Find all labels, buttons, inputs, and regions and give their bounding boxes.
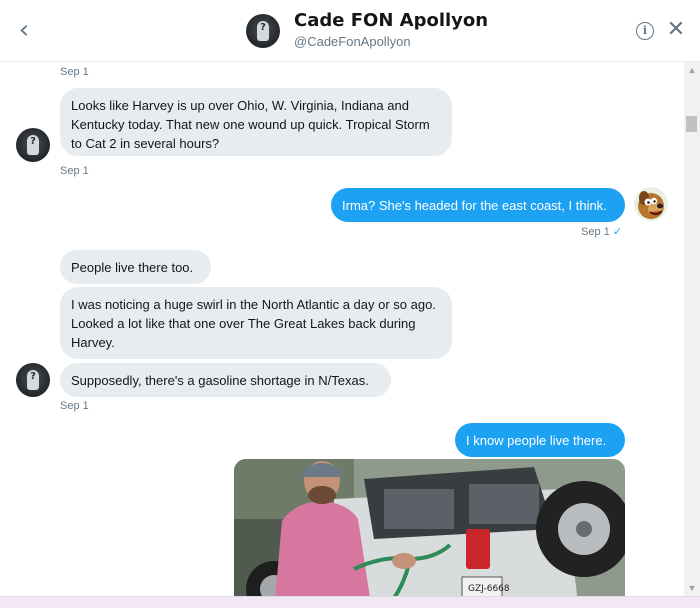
scooby-avatar-icon xyxy=(634,187,668,221)
scroll-down-button[interactable]: ▼ xyxy=(684,580,700,596)
message-timestamp-sent: Sep 1 ✓ xyxy=(581,225,622,239)
message-timestamp: Sep 1 xyxy=(60,66,89,78)
sender-avatar[interactable] xyxy=(16,363,50,397)
message-bubble: Supposedly, there's a gasoline shortage … xyxy=(60,363,391,397)
info-button[interactable]: i xyxy=(636,22,654,40)
triangle-down-icon: ▼ xyxy=(687,583,697,593)
scroll-thumb[interactable] xyxy=(686,116,697,132)
chevron-left-icon: ‹ xyxy=(18,15,30,45)
delivered-check-icon: ✓ xyxy=(612,226,623,238)
message-timestamp: Sep 1 xyxy=(60,400,89,412)
contact-name: Cade FON Apollyon xyxy=(294,10,489,31)
compose-area[interactable] xyxy=(0,596,700,608)
photo-image: GZJ-6668 xyxy=(234,459,625,608)
message-bubble-sent: I know people live there. xyxy=(455,423,625,457)
message-bubble-sent: Irma? She's headed for the east coast, I… xyxy=(331,188,625,222)
conversation-header: ‹ Cade FON Apollyon @CadeFonApollyon i ✕ xyxy=(0,0,700,62)
sender-avatar[interactable] xyxy=(16,128,50,162)
media-photo[interactable]: GZJ-6668 xyxy=(234,459,625,608)
info-circle-icon: i xyxy=(642,24,648,37)
timestamp-text: Sep 1 xyxy=(581,226,610,238)
close-button[interactable]: ✕ xyxy=(665,17,687,43)
scroll-up-button[interactable]: ▲ xyxy=(684,62,700,78)
message-bubble: I was noticing a huge swirl in the North… xyxy=(60,287,452,359)
license-plate-text: GZJ-6668 xyxy=(468,584,510,594)
message-timestamp: Sep 1 xyxy=(60,165,89,177)
contact-handle: @CadeFonApollyon xyxy=(294,34,411,49)
message-bubble: Looks like Harvey is up over Ohio, W. Vi… xyxy=(60,88,452,156)
triangle-up-icon: ▲ xyxy=(687,65,697,75)
my-avatar[interactable] xyxy=(634,187,668,221)
back-button[interactable]: ‹ xyxy=(12,16,36,44)
contact-info[interactable]: Cade FON Apollyon @CadeFonApollyon xyxy=(294,10,488,51)
close-icon: ✕ xyxy=(666,17,686,42)
contact-avatar[interactable] xyxy=(246,14,280,48)
message-bubble: People live there too. xyxy=(60,250,211,284)
scrollbar[interactable]: ▲ ▼ xyxy=(684,62,700,596)
message-list[interactable]: Sep 1 Looks like Harvey is up over Ohio,… xyxy=(0,62,684,608)
